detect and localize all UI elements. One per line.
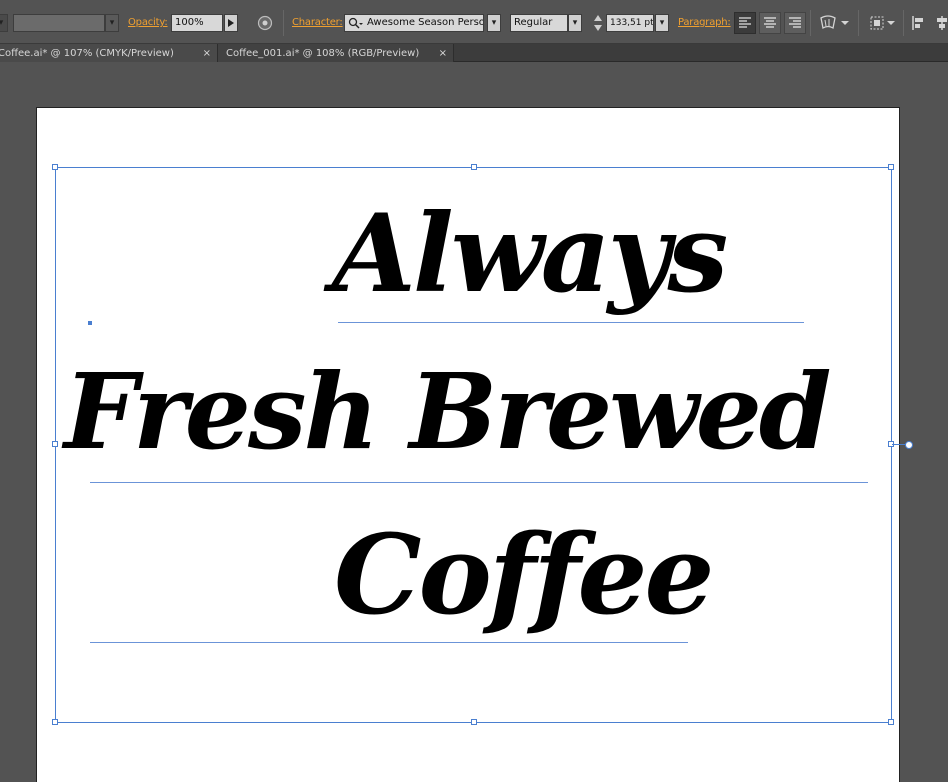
control-bar: ▾ ▾ Opacity: 100% Character: Awesome Sea… [0, 0, 948, 44]
align-objects-icon[interactable] [910, 13, 926, 33]
out-port-handle[interactable] [905, 441, 913, 449]
baseline-line-3 [90, 642, 688, 643]
resize-handle-top-left[interactable] [52, 164, 58, 170]
tab-label: Coffee.ai* @ 107% (CMYK/Preview) [0, 47, 174, 59]
close-icon[interactable]: × [439, 48, 447, 59]
align-right-icon[interactable] [784, 12, 806, 34]
character-label[interactable]: Character: [292, 17, 343, 28]
resize-handle-top-center[interactable] [471, 164, 477, 170]
separator [283, 10, 284, 36]
resize-handle-middle-left[interactable] [52, 441, 58, 447]
font-family-dropdown-button[interactable]: ▾ [487, 14, 501, 32]
distribute-icon[interactable] [934, 13, 948, 33]
paragraph-label[interactable]: Paragraph: [678, 17, 731, 28]
transform-icon[interactable] [868, 13, 898, 33]
font-style-dropdown-button[interactable]: ▾ [568, 14, 582, 32]
align-center-icon[interactable] [759, 12, 781, 34]
stroke-dropdown-button[interactable]: ▾ [105, 14, 119, 32]
illustrator-window: ▾ ▾ Opacity: 100% Character: Awesome Sea… [0, 0, 948, 782]
text-line-fresh-brewed[interactable]: Fresh Brewed [64, 360, 832, 464]
text-anchor-point [88, 321, 92, 325]
tab-coffee-001-ai[interactable]: Coffee_001.ai* @ 108% (RGB/Preview) × [218, 44, 454, 62]
separator [810, 10, 811, 36]
recolor-icon[interactable] [256, 14, 274, 32]
document-tab-bar: Coffee.ai* @ 107% (CMYK/Preview) × Coffe… [0, 44, 948, 62]
separator [903, 10, 904, 36]
text-line-coffee[interactable]: Coffee [334, 520, 715, 630]
search-icon[interactable] [347, 16, 365, 30]
resize-handle-bottom-right[interactable] [888, 719, 894, 725]
text-line-always[interactable]: Always [332, 200, 728, 308]
font-size-dropdown-button[interactable]: ▾ [655, 14, 669, 32]
opacity-label[interactable]: Opacity: [128, 17, 168, 28]
baseline-line-2 [90, 482, 868, 483]
resize-handle-bottom-center[interactable] [471, 719, 477, 725]
chevron-down-icon[interactable]: ▾ [0, 14, 8, 32]
resize-handle-top-right[interactable] [888, 164, 894, 170]
align-left-icon[interactable] [734, 12, 756, 34]
separator [858, 10, 859, 36]
font-family-input[interactable]: Awesome Season Person [344, 14, 484, 32]
resize-handle-bottom-left[interactable] [52, 719, 58, 725]
font-size-input[interactable]: 133,51 pt [606, 14, 654, 32]
opacity-input[interactable]: 100% [171, 14, 223, 32]
stepper-icon[interactable] [592, 13, 604, 33]
tab-label: Coffee_001.ai* @ 108% (RGB/Preview) [226, 47, 420, 59]
font-family-value: Awesome Season Person [367, 17, 484, 28]
baseline-line-1 [338, 322, 804, 323]
canvas-area[interactable]: Always Fresh Brewed Coffee [0, 62, 948, 782]
close-icon[interactable]: × [203, 48, 211, 59]
play-arrow-icon[interactable] [224, 14, 238, 32]
tab-coffee-ai[interactable]: Coffee.ai* @ 107% (CMYK/Preview) × [0, 44, 218, 62]
stroke-weight-field[interactable] [13, 14, 105, 32]
font-style-input[interactable]: Regular [510, 14, 568, 32]
warp-icon[interactable] [818, 13, 850, 33]
